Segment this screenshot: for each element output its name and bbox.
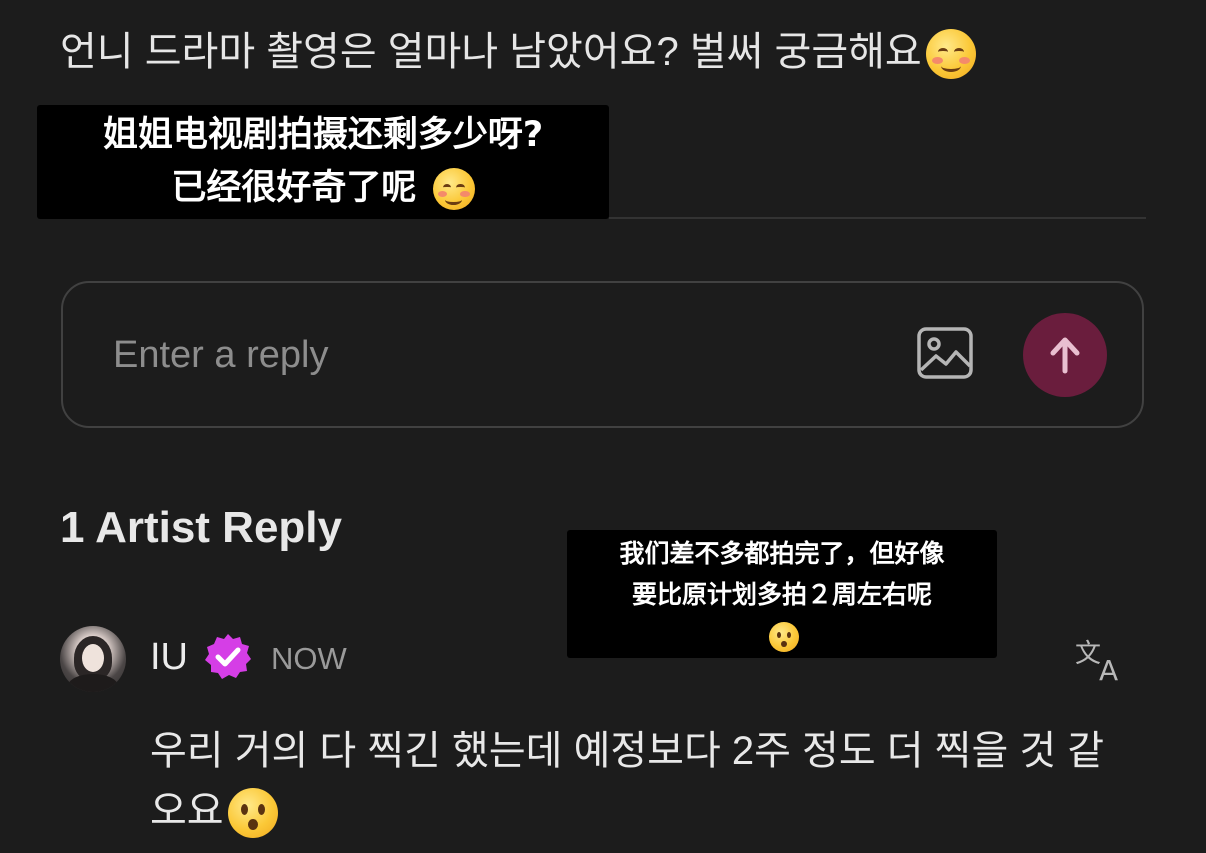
post-text-ko: 언니 드라마 촬영은 얼마나 남았어요? 벌써 궁금해요 bbox=[60, 30, 922, 74]
caption-mid-line2: 要比原计划多拍２周左右呢 bbox=[631, 580, 932, 609]
artist-reply-line1: 우리 거의 다 찍긴 했는데 예정보다 2주 정도 더 찍을 것 같 bbox=[150, 729, 1105, 773]
post-text: 언니 드라마 촬영은 얼마나 남았어요? 벌써 궁금해요 bbox=[60, 24, 976, 80]
svg-text:A: A bbox=[1099, 654, 1118, 684]
reply-composer bbox=[61, 281, 1144, 428]
divider bbox=[609, 217, 1146, 219]
svg-text:文: 文 bbox=[1075, 639, 1101, 669]
caption-mid-line1: 我们差不多都拍完了，但好像 bbox=[619, 539, 945, 568]
caption-top-line1: 姐姐电视剧拍摄还剩多少呀? bbox=[102, 115, 544, 155]
hushed-face-emoji-icon bbox=[769, 622, 799, 652]
caption-top-line2-row: 已经很好奇了呢 bbox=[37, 162, 609, 215]
artist-reply-text: 우리 거의 다 찍긴 했는데 예정보다 2주 정도 더 찍을 것 같 오요 bbox=[150, 721, 1160, 841]
caption-mid: 我们差不多都拍完了，但好像 要比原计划多拍２周左右呢 bbox=[567, 530, 997, 658]
send-button[interactable] bbox=[1023, 313, 1107, 397]
verified-badge-icon bbox=[203, 632, 253, 682]
hushed-face-emoji-icon bbox=[227, 788, 278, 839]
timestamp: NOW bbox=[271, 641, 347, 676]
caption-mid-emoji-row bbox=[567, 615, 997, 656]
artist-reply-line2: 오요 bbox=[150, 789, 224, 833]
caption-top-line2: 已经很好奇了呢 bbox=[171, 168, 417, 208]
translate-icon[interactable]: 文 A bbox=[1073, 634, 1127, 687]
image-icon[interactable] bbox=[916, 326, 974, 380]
artist-reply-line2-row: 오요 bbox=[150, 781, 1160, 841]
smiling-face-emoji-icon bbox=[925, 29, 976, 80]
arrow-up-icon bbox=[1050, 337, 1080, 374]
author-name[interactable]: IU bbox=[150, 636, 188, 679]
caption-top: 姐姐电视剧拍摄还剩多少呀? 已经很好奇了呢 bbox=[37, 105, 609, 219]
smiling-face-emoji-icon bbox=[432, 168, 475, 210]
artist-reply-heading: 1 Artist Reply bbox=[60, 503, 343, 552]
avatar[interactable] bbox=[60, 626, 126, 692]
reply-input[interactable] bbox=[111, 327, 875, 383]
